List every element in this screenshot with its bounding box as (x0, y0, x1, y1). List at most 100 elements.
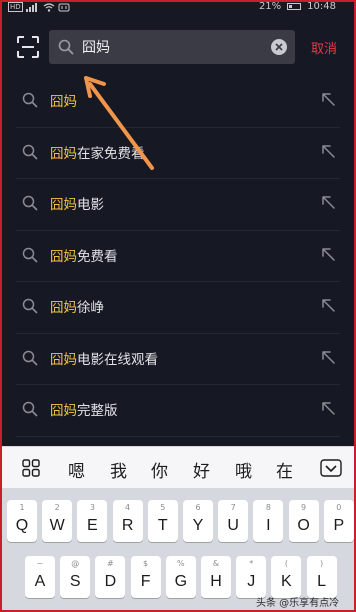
key-a[interactable]: ~ A (25, 556, 55, 598)
suggestion-item[interactable]: 囧妈完整版 (0, 385, 356, 437)
key-secondary: % (176, 559, 185, 568)
search-icon (22, 401, 38, 421)
suggestion-item[interactable]: 囧妈在家免费看 (0, 128, 356, 179)
key-h[interactable]: & H (201, 556, 231, 598)
fill-query-icon[interactable] (320, 194, 336, 210)
key-label: A (34, 573, 46, 590)
key-secondary: 5 (160, 503, 166, 512)
key-k[interactable]: (K (271, 556, 302, 598)
key-secondary: 8 (265, 503, 271, 512)
nfc-icon (58, 3, 70, 11)
status-bar: HD 21% 10:48 (0, 0, 356, 16)
suggestion-rest: 电影在线观看 (77, 351, 158, 368)
grid-menu-icon[interactable] (22, 459, 40, 477)
key-secondary: 0 (336, 503, 342, 512)
suggestion-item[interactable]: 囧妈免费看 (0, 231, 356, 282)
suggestion-item[interactable]: 囧妈徐峥 (0, 282, 356, 334)
key-secondary: 2 (54, 503, 60, 512)
suggestion-rest: 在家免费看 (77, 145, 145, 162)
key-d[interactable]: # D (95, 556, 126, 598)
key-label: H (210, 573, 222, 590)
key-s[interactable]: @ S (60, 556, 91, 598)
key-w[interactable]: 2W (42, 500, 73, 542)
suggestion-item[interactable]: 囧妈电影 (0, 179, 356, 231)
key-secondary: ) (320, 559, 324, 568)
fill-query-icon[interactable] (320, 349, 336, 365)
search-icon (58, 39, 74, 55)
key-r[interactable]: 4R (112, 500, 143, 542)
key-label: W (49, 517, 65, 534)
key-label: F (140, 573, 151, 590)
candidate-word[interactable]: 你 (151, 457, 168, 482)
search-header: 取消 (0, 18, 356, 76)
key-t[interactable]: 5T (147, 500, 178, 542)
key-q[interactable]: 1Q (7, 500, 37, 542)
key-secondary: $ (143, 559, 149, 568)
key-p[interactable]: 0P (323, 500, 354, 542)
fill-query-icon[interactable] (320, 297, 336, 313)
candidate-word[interactable]: 哦 (235, 457, 252, 482)
divider (16, 435, 340, 437)
key-label: R (121, 517, 134, 534)
suggestion-item[interactable]: 囧妈 (0, 76, 356, 128)
collapse-keyboard-icon[interactable] (320, 459, 342, 477)
key-secondary: & (212, 559, 220, 568)
suggestion-rest: 徐峥 (77, 300, 104, 316)
key-label: D (104, 573, 117, 590)
battery-icon (287, 3, 302, 10)
network-badge: HD (8, 2, 23, 12)
fill-query-icon[interactable] (320, 246, 336, 262)
key-label: L (317, 573, 327, 590)
status-right: 21% 10:48 (259, 1, 336, 12)
key-label: Q (15, 517, 29, 534)
suggestion-text: 囧妈在家免费看 (50, 142, 145, 162)
key-label: O (297, 517, 310, 534)
search-icon (22, 247, 38, 267)
key-secondary: * (249, 559, 254, 568)
suggestion-rest: 免费看 (77, 248, 118, 265)
candidate-word[interactable]: 嗯 (68, 457, 85, 482)
search-input[interactable] (82, 30, 262, 64)
scan-icon[interactable] (16, 35, 40, 59)
fill-query-icon[interactable] (320, 91, 336, 107)
key-y[interactable]: 6Y (183, 500, 213, 542)
key-secondary: 6 (195, 503, 201, 512)
key-secondary: 7 (230, 503, 236, 512)
clear-icon[interactable] (271, 39, 287, 55)
search-icon (22, 144, 38, 164)
candidate-word[interactable]: 我 (110, 457, 127, 482)
search-icon (22, 92, 38, 112)
fill-query-icon[interactable] (320, 400, 336, 416)
suggestion-highlight: 囧妈 (50, 145, 77, 162)
key-secondary: 1 (19, 503, 25, 512)
key-label: K (281, 573, 292, 590)
suggestion-highlight: 囧妈 (50, 248, 77, 265)
battery-percent: 21% (258, 1, 282, 12)
suggestion-text: 囧妈徐峥 (50, 296, 104, 316)
candidate-word[interactable]: 在 (276, 457, 293, 482)
key-l[interactable]: ) L (306, 556, 337, 598)
key-g[interactable]: % G (165, 556, 196, 598)
suggestion-rest: 电影 (77, 197, 104, 213)
key-secondary: @ (71, 559, 80, 568)
search-icon (22, 298, 38, 318)
key-label: J (247, 573, 256, 590)
candidate-bar: 嗯 我 你 好 哦 在 (0, 446, 356, 488)
key-i[interactable]: 8I (253, 500, 284, 542)
suggestion-text: 囧妈免费看 (50, 245, 118, 265)
clock: 10:48 (307, 1, 336, 12)
key-f[interactable]: $ F (130, 556, 161, 598)
key-secondary: # (107, 559, 114, 568)
candidate-word[interactable]: 好 (193, 457, 210, 482)
key-j[interactable]: * J (236, 556, 267, 598)
search-box[interactable] (49, 30, 295, 64)
key-e[interactable]: 3E (77, 500, 108, 542)
key-label: E (87, 517, 98, 534)
suggestion-highlight: 囧妈 (50, 197, 77, 213)
key-u[interactable]: 7U (218, 500, 249, 542)
cancel-button[interactable]: 取消 (311, 38, 337, 57)
suggestion-item[interactable]: 囧妈电影在线观看 (0, 334, 356, 385)
key-label: G (174, 573, 188, 590)
fill-query-icon[interactable] (320, 143, 336, 159)
key-o[interactable]: 9O (288, 500, 319, 542)
